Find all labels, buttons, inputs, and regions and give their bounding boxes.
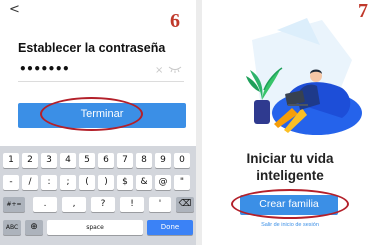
logout-link[interactable]: Salir de inicio de sesión	[202, 222, 378, 228]
backspace-icon[interactable]: ⌫	[176, 197, 194, 212]
key-exclamation[interactable]: !	[120, 197, 144, 212]
headline-line-1: Iniciar tu vida	[246, 151, 334, 166]
key-close-paren[interactable]: )	[98, 175, 114, 190]
key-symbols-mode[interactable]: #+=	[3, 197, 25, 212]
key-5[interactable]: 5	[79, 153, 95, 168]
password-value: •••••••	[19, 62, 70, 76]
step-number-annotation: 6	[170, 10, 180, 32]
highlight-circle	[231, 189, 349, 219]
key-apostrophe[interactable]: '	[149, 197, 171, 212]
key-slash[interactable]: /	[22, 175, 38, 190]
key-7[interactable]: 7	[117, 153, 133, 168]
key-at[interactable]: @	[155, 175, 171, 190]
key-9[interactable]: 9	[155, 153, 171, 168]
create-home-screen: 7 Iniciar tu vida inteligente Crear fami…	[202, 0, 378, 245]
key-8[interactable]: 8	[136, 153, 152, 168]
set-password-screen: < 6 Establecer la contraseña ••••••• × T…	[0, 0, 196, 245]
clear-icon[interactable]: ×	[155, 65, 163, 76]
key-comma[interactable]: ,	[62, 197, 86, 212]
eye-closed-icon[interactable]	[168, 64, 182, 74]
key-period[interactable]: .	[33, 197, 57, 212]
key-space[interactable]: space	[47, 220, 143, 235]
password-field[interactable]: ••••••• ×	[18, 62, 184, 82]
key-colon[interactable]: :	[41, 175, 57, 190]
key-semicolon[interactable]: ;	[60, 175, 76, 190]
person-with-laptop-illustration	[246, 18, 362, 135]
headline-line-2: inteligente	[256, 168, 324, 183]
key-6[interactable]: 6	[98, 153, 114, 168]
key-open-paren[interactable]: (	[79, 175, 95, 190]
key-question[interactable]: ?	[91, 197, 115, 212]
key-1[interactable]: 1	[3, 153, 19, 168]
key-done[interactable]: Done	[147, 220, 193, 235]
key-ampersand[interactable]: &	[136, 175, 152, 190]
key-2[interactable]: 2	[22, 153, 38, 168]
key-hyphen[interactable]: -	[3, 175, 19, 190]
page-title: Establecer la contraseña	[18, 41, 166, 55]
key-abc[interactable]: ABC	[3, 220, 21, 235]
key-dollar[interactable]: $	[117, 175, 133, 190]
key-0[interactable]: 0	[174, 153, 190, 168]
chevron-left-icon[interactable]: <	[9, 2, 20, 17]
key-3[interactable]: 3	[41, 153, 57, 168]
highlight-circle	[40, 97, 143, 131]
key-4[interactable]: 4	[60, 153, 76, 168]
numeric-keyboard: 1 2 3 4 5 6 7 8 9 0 - / : ; ( ) $ & @ " …	[0, 146, 196, 245]
globe-icon[interactable]: ⊕	[25, 220, 43, 235]
key-quote[interactable]: "	[174, 175, 190, 190]
